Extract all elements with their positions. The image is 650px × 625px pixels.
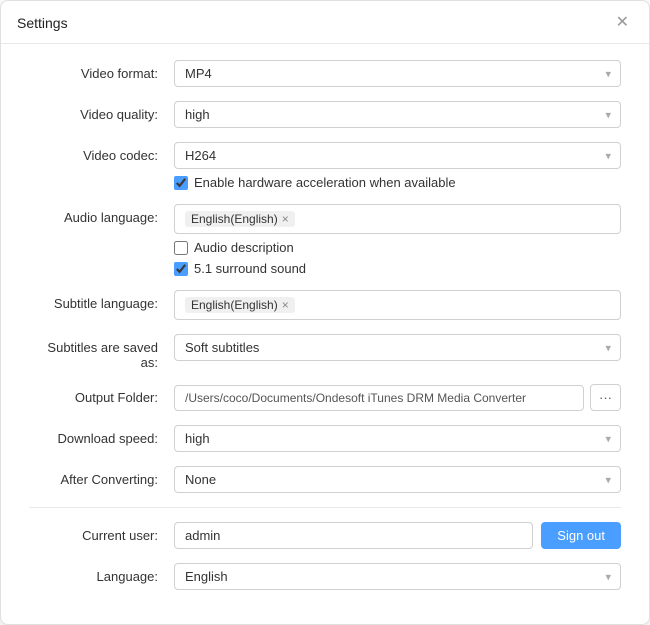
- language-select-wrap: English Chinese French German ▾: [174, 563, 621, 590]
- language-select[interactable]: English Chinese French German: [174, 563, 621, 590]
- subtitles-saved-select-wrap: Soft subtitles Hard subtitles External s…: [174, 334, 621, 361]
- subtitles-saved-row: Subtitles are saved as: Soft subtitles H…: [29, 334, 621, 370]
- language-control: English Chinese French German ▾: [174, 563, 621, 590]
- section-divider: [29, 507, 621, 508]
- audio-language-tag-text: English(English): [191, 212, 278, 226]
- audio-language-control: English(English) × Audio description 5.1…: [174, 204, 621, 276]
- video-codec-control: H264 H265 VP9 ▾ Enable hardware accelera…: [174, 142, 621, 190]
- current-user-wrap: Sign out: [174, 522, 621, 549]
- subtitle-language-tag-input[interactable]: English(English) ×: [174, 290, 621, 320]
- audio-language-tag-input[interactable]: English(English) ×: [174, 204, 621, 234]
- audio-language-tag-remove[interactable]: ×: [282, 212, 289, 226]
- after-converting-row: After Converting: None Open folder Shut …: [29, 466, 621, 493]
- language-label: Language:: [29, 563, 174, 584]
- output-folder-label: Output Folder:: [29, 384, 174, 405]
- video-quality-select-wrap: high medium low ▾: [174, 101, 621, 128]
- after-converting-label: After Converting:: [29, 466, 174, 487]
- video-quality-control: high medium low ▾: [174, 101, 621, 128]
- subtitle-language-tag-remove[interactable]: ×: [282, 298, 289, 312]
- video-codec-select[interactable]: H264 H265 VP9: [174, 142, 621, 169]
- settings-content: Video format: MP4 MKV MOV AVI ▾ Video qu…: [1, 44, 649, 624]
- output-folder-control: ···: [174, 384, 621, 411]
- current-user-control: Sign out: [174, 522, 621, 549]
- video-format-select-wrap: MP4 MKV MOV AVI ▾: [174, 60, 621, 87]
- sign-out-button[interactable]: Sign out: [541, 522, 621, 549]
- hw-acceleration-label: Enable hardware acceleration when availa…: [194, 175, 456, 190]
- current-user-row: Current user: Sign out: [29, 522, 621, 549]
- language-row: Language: English Chinese French German …: [29, 563, 621, 590]
- download-speed-label: Download speed:: [29, 425, 174, 446]
- hw-acceleration-checkbox[interactable]: [174, 176, 188, 190]
- download-speed-control: high medium low ▾: [174, 425, 621, 452]
- video-codec-row: Video codec: H264 H265 VP9 ▾ Enable hard…: [29, 142, 621, 190]
- surround-sound-checkbox[interactable]: [174, 262, 188, 276]
- subtitles-saved-select[interactable]: Soft subtitles Hard subtitles External s…: [174, 334, 621, 361]
- output-folder-input[interactable]: [174, 385, 584, 411]
- audio-language-tag: English(English) ×: [185, 211, 295, 227]
- audio-description-row: Audio description: [174, 240, 621, 255]
- after-converting-control: None Open folder Shut down ▾: [174, 466, 621, 493]
- output-folder-wrap: ···: [174, 384, 621, 411]
- hw-acceleration-row: Enable hardware acceleration when availa…: [174, 175, 621, 190]
- video-format-label: Video format:: [29, 60, 174, 81]
- subtitles-saved-label: Subtitles are saved as:: [29, 334, 174, 370]
- settings-window: Settings ✕ Video format: MP4 MKV MOV AVI…: [0, 0, 650, 625]
- video-format-row: Video format: MP4 MKV MOV AVI ▾: [29, 60, 621, 87]
- surround-sound-row: 5.1 surround sound: [174, 261, 621, 276]
- window-title: Settings: [17, 15, 68, 31]
- video-codec-label: Video codec:: [29, 142, 174, 163]
- audio-description-checkbox[interactable]: [174, 241, 188, 255]
- video-format-select[interactable]: MP4 MKV MOV AVI: [174, 60, 621, 87]
- after-converting-select-wrap: None Open folder Shut down ▾: [174, 466, 621, 493]
- subtitle-language-control: English(English) ×: [174, 290, 621, 320]
- video-codec-select-wrap: H264 H265 VP9 ▾: [174, 142, 621, 169]
- subtitles-saved-control: Soft subtitles Hard subtitles External s…: [174, 334, 621, 361]
- video-quality-select[interactable]: high medium low: [174, 101, 621, 128]
- audio-language-label: Audio language:: [29, 204, 174, 225]
- surround-sound-label: 5.1 surround sound: [194, 261, 306, 276]
- download-speed-select[interactable]: high medium low: [174, 425, 621, 452]
- output-folder-row: Output Folder: ···: [29, 384, 621, 411]
- close-button[interactable]: ✕: [612, 13, 633, 33]
- video-format-control: MP4 MKV MOV AVI ▾: [174, 60, 621, 87]
- audio-description-label: Audio description: [194, 240, 294, 255]
- download-speed-select-wrap: high medium low ▾: [174, 425, 621, 452]
- title-bar: Settings ✕: [1, 1, 649, 44]
- subtitle-language-row: Subtitle language: English(English) ×: [29, 290, 621, 320]
- current-user-label: Current user:: [29, 522, 174, 543]
- video-quality-row: Video quality: high medium low ▾: [29, 101, 621, 128]
- output-folder-browse-button[interactable]: ···: [590, 384, 621, 411]
- subtitle-language-tag: English(English) ×: [185, 297, 295, 313]
- after-converting-select[interactable]: None Open folder Shut down: [174, 466, 621, 493]
- current-user-input[interactable]: [174, 522, 533, 549]
- subtitle-language-tag-text: English(English): [191, 298, 278, 312]
- audio-language-row: Audio language: English(English) × Audio…: [29, 204, 621, 276]
- video-quality-label: Video quality:: [29, 101, 174, 122]
- download-speed-row: Download speed: high medium low ▾: [29, 425, 621, 452]
- subtitle-language-label: Subtitle language:: [29, 290, 174, 311]
